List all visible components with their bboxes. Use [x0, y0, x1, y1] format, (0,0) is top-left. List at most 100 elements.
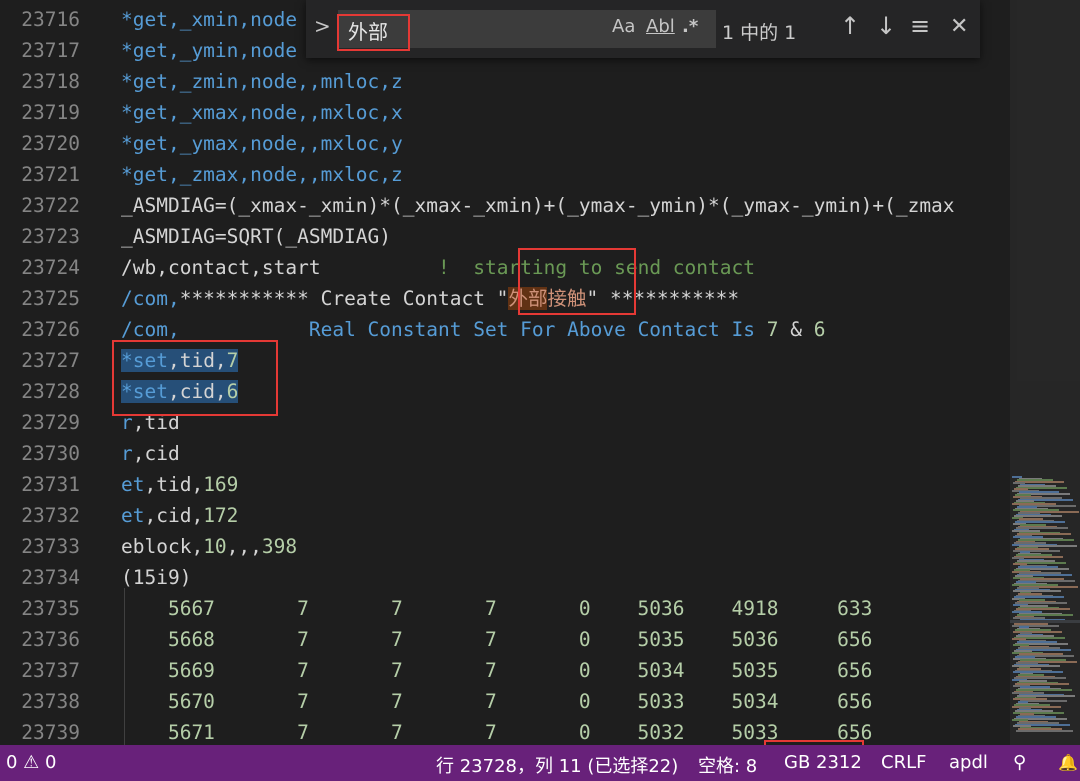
code-token: 7 7 7 0 5035 5036 656: [214, 628, 873, 651]
code-line[interactable]: 23720 *get,_ymax,node,,mxloc,y: [0, 128, 1010, 159]
line-number: 23719: [21, 101, 80, 124]
code-line[interactable]: 23732 et,cid,172: [0, 500, 1010, 531]
code-line[interactable]: 23734 (15i9): [0, 562, 1010, 593]
toggle-replace-icon[interactable]: >: [314, 14, 331, 38]
code-token: ,tid,: [144, 473, 204, 496]
code-token: *get,_xmin,node: [121, 8, 298, 31]
regex-button[interactable]: .*: [682, 16, 698, 37]
code-line[interactable]: 23724/wb,contact,start ! starting to sen…: [0, 252, 1010, 283]
line-code: r,cid: [121, 438, 180, 469]
bell-icon[interactable]: 🔔: [1058, 753, 1078, 772]
close-icon[interactable]: ✕: [950, 14, 968, 39]
code-line[interactable]: 23731 et,tid,169: [0, 469, 1010, 500]
code-token: Real Constant Set For Above Contact Is: [179, 318, 767, 341]
encoding[interactable]: GB 2312: [784, 752, 862, 773]
line-number: 23727: [21, 349, 80, 372]
indent-guide: [124, 588, 125, 745]
find-in-selection-icon[interactable]: ≡: [910, 12, 930, 40]
code-line[interactable]: 23719 *get,_xmax,node,,mxloc,x: [0, 97, 1010, 128]
line-number: 23718: [21, 70, 80, 93]
code-token: eblock,: [121, 535, 204, 558]
code-line[interactable]: 23739 5671 7 7 7 0 5032 5033 656: [0, 717, 1010, 745]
cursor-position[interactable]: 行 23728，列 11 (已选择22): [436, 752, 678, 778]
code-line[interactable]: 23728 *set,cid,6: [0, 376, 1010, 407]
status-bar: 0 ⚠ 0 行 23728，列 11 (已选择22) 空格: 8 GB 2312…: [0, 745, 1080, 781]
code-line[interactable]: 23730 r,cid: [0, 438, 1010, 469]
line-code: /com, Real Constant Set For Above Contac…: [121, 314, 825, 345]
line-number: 23717: [21, 39, 80, 62]
code-token: 7 7 7 0 5034 5035 656: [214, 659, 873, 682]
line-number: 23722: [21, 194, 80, 217]
code-token: *set: [121, 349, 168, 372]
code-line[interactable]: 23725/com,*********** Create Contact "外部…: [0, 283, 1010, 314]
line-number: 23739: [21, 721, 80, 744]
code-token: ! starting to send contact: [320, 256, 755, 279]
code-token: 7 7 7 0 5032 5033 656: [214, 721, 873, 744]
code-token: 7 7 7 0 5036 4918 633: [214, 597, 873, 620]
code-line[interactable]: 23735 5667 7 7 7 0 5036 4918 633: [0, 593, 1010, 624]
match-case-button[interactable]: Aa: [612, 16, 635, 37]
line-code: 5667 7 7 7 0 5036 4918 633: [121, 593, 872, 624]
line-code: *get,_zmin,node,,mnloc,z: [121, 66, 403, 97]
editor-area[interactable]: 23716 *get,_xmin,node 23717 *get,_ymin,node…: [0, 0, 1080, 745]
code-token: _ASMDIAG=(_xmax-_xmin)*(_xmax-_xmin)+(_y…: [121, 194, 955, 217]
match-whole-word-button[interactable]: Abl: [646, 16, 675, 37]
code-token: 169: [203, 473, 239, 496]
code-token: 10: [203, 535, 227, 558]
minimap[interactable]: [1010, 0, 1080, 745]
code-token: 5668: [121, 628, 215, 651]
code-token: (15i9): [121, 566, 192, 589]
code-token: 172: [203, 504, 239, 527]
code-line[interactable]: 23737 5669 7 7 7 0 5034 5035 656: [0, 655, 1010, 686]
line-number: 23726: [21, 318, 80, 341]
code-token: _ASMDIAG=SQRT(_ASMDIAG): [121, 225, 392, 248]
code-token: *get,_ymin,node: [121, 39, 298, 62]
code-line[interactable]: 23738 5670 7 7 7 0 5033 5034 656: [0, 686, 1010, 717]
language-mode[interactable]: apdl: [949, 752, 988, 773]
line-number: 23733: [21, 535, 80, 558]
code-token: 接触: [547, 287, 587, 310]
code-line[interactable]: 23721 *get,_zmax,node,,mxloc,z: [0, 159, 1010, 190]
minimap-cursor-line: [1010, 620, 1080, 623]
line-code: _ASMDIAG=SQRT(_ASMDIAG): [121, 221, 391, 252]
code-line[interactable]: 23727 *set,tid,7: [0, 345, 1010, 376]
code-token: *get,_xmax,node,,mxloc,x: [121, 101, 403, 124]
end-of-line[interactable]: CRLF: [881, 752, 926, 773]
line-number: 23721: [21, 163, 80, 186]
code-line[interactable]: 23723 _ASMDIAG=SQRT(_ASMDIAG): [0, 221, 1010, 252]
line-code: (15i9): [121, 562, 191, 593]
code-token: r: [121, 442, 133, 465]
code-token: et: [121, 504, 145, 527]
line-number: 23724: [21, 256, 80, 279]
code-line[interactable]: 23733 eblock,10,,,398: [0, 531, 1010, 562]
line-number: 23732: [21, 504, 80, 527]
feedback-icon[interactable]: ⚲: [1013, 752, 1026, 773]
line-code: *get,_ymax,node,,mxloc,y: [121, 128, 403, 159]
line-number: 23716: [21, 8, 80, 31]
next-match-icon[interactable]: ↓: [876, 12, 896, 40]
line-code: 5671 7 7 7 0 5032 5033 656: [121, 717, 872, 745]
indentation[interactable]: 空格: 8: [698, 752, 757, 778]
code-token: et: [121, 473, 145, 496]
line-number: 23730: [21, 442, 80, 465]
code-line[interactable]: 23718 *get,_zmin,node,,mnloc,z: [0, 66, 1010, 97]
code-line[interactable]: 23726/com, Real Constant Set For Above C…: [0, 314, 1010, 345]
line-code: 5670 7 7 7 0 5033 5034 656: [121, 686, 872, 717]
code-line[interactable]: 23722 _ASMDIAG=(_xmax-_xmin)*(_xmax-_xmin…: [0, 190, 1010, 221]
code-token: *get,_zmax,node,,mxloc,z: [121, 163, 403, 186]
code-line[interactable]: 23736 5668 7 7 7 0 5035 5036 656: [0, 624, 1010, 655]
code-token: /com,: [121, 318, 180, 341]
previous-match-icon[interactable]: ↑: [840, 12, 860, 40]
line-code: et,cid,172: [121, 500, 238, 531]
line-number: 23728: [21, 380, 80, 403]
line-code: *set,tid,7: [121, 345, 239, 376]
line-code: *get,_xmin,node: [121, 4, 297, 35]
code-token: ,tid,: [167, 349, 227, 372]
code-token: ,cid: [132, 442, 180, 465]
code-token: " ***********: [586, 287, 740, 310]
line-code: eblock,10,,,398: [121, 531, 297, 562]
code-token: 7 7 7 0 5033 5034 656: [214, 690, 873, 713]
problems-indicator[interactable]: 0 ⚠ 0: [6, 752, 56, 773]
line-number: 23736: [21, 628, 80, 651]
code-line[interactable]: 23729 r,tid: [0, 407, 1010, 438]
